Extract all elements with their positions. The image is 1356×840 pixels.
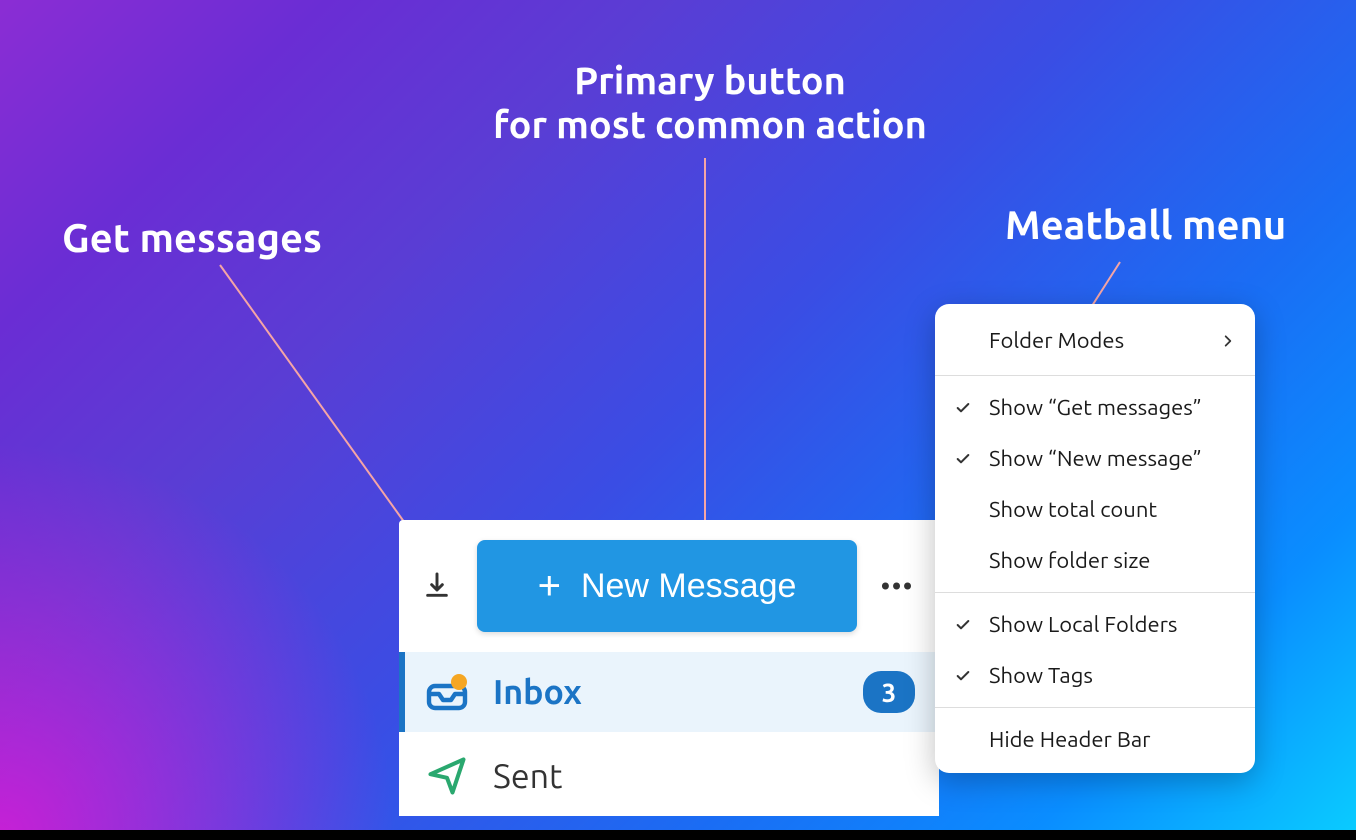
menu-item-show-local-label: Show Local Folders bbox=[989, 612, 1177, 637]
menu-item-show-tags-label: Show Tags bbox=[989, 663, 1093, 688]
download-icon bbox=[421, 570, 453, 602]
menu-item-show-get-label: Show “Get messages” bbox=[989, 395, 1202, 420]
annotation-primary-button: Primary button for most common action bbox=[475, 60, 945, 147]
new-message-label: New Message bbox=[581, 567, 796, 606]
folder-sent-label: Sent bbox=[493, 757, 562, 795]
annotation-primary-line1: Primary button for most common action bbox=[493, 60, 927, 146]
check-icon bbox=[955, 451, 989, 467]
menu-separator bbox=[935, 375, 1255, 376]
menu-separator bbox=[935, 707, 1255, 708]
menu-item-show-size-label: Show folder size bbox=[989, 548, 1150, 573]
meatball-context-menu: Folder Modes Show “Get messages” Show “N… bbox=[935, 304, 1255, 773]
meatball-menu-button[interactable]: ••• bbox=[877, 566, 917, 606]
menu-item-show-folder-size[interactable]: Show folder size bbox=[935, 535, 1255, 586]
inbox-unread-badge: 3 bbox=[863, 671, 915, 713]
sent-icon bbox=[423, 752, 471, 800]
menu-item-show-new-message[interactable]: Show “New message” bbox=[935, 433, 1255, 484]
menu-item-show-total-label: Show total count bbox=[989, 497, 1157, 522]
menu-item-show-new-label: Show “New message” bbox=[989, 446, 1202, 471]
new-message-button[interactable]: + New Message bbox=[477, 540, 857, 632]
menu-separator bbox=[935, 592, 1255, 593]
folder-sent[interactable]: Sent bbox=[399, 732, 939, 816]
menu-item-show-total-count[interactable]: Show total count bbox=[935, 484, 1255, 535]
email-folder-panel: + New Message ••• Inbox 3 Sent bbox=[399, 520, 939, 816]
menu-item-folder-modes-label: Folder Modes bbox=[989, 328, 1124, 353]
check-icon bbox=[955, 668, 989, 684]
folder-inbox-label: Inbox bbox=[493, 673, 582, 711]
menu-item-folder-modes[interactable]: Folder Modes bbox=[935, 312, 1255, 369]
annotation-meatball-menu: Meatball menu bbox=[1005, 202, 1286, 248]
menu-item-hide-header-label: Hide Header Bar bbox=[989, 727, 1151, 752]
folder-toolbar: + New Message ••• bbox=[399, 520, 939, 652]
menu-item-hide-header-bar[interactable]: Hide Header Bar bbox=[935, 714, 1255, 765]
chevron-right-icon bbox=[1221, 329, 1235, 352]
menu-item-show-local-folders[interactable]: Show Local Folders bbox=[935, 599, 1255, 650]
check-icon bbox=[955, 400, 989, 416]
plus-icon: + bbox=[538, 566, 561, 606]
annotation-get-messages: Get messages bbox=[62, 215, 322, 261]
get-messages-button[interactable] bbox=[417, 566, 457, 606]
more-icon: ••• bbox=[880, 571, 913, 602]
inbox-icon bbox=[423, 668, 471, 716]
menu-item-show-tags[interactable]: Show Tags bbox=[935, 650, 1255, 701]
folder-inbox[interactable]: Inbox 3 bbox=[399, 652, 939, 732]
menu-item-show-get-messages[interactable]: Show “Get messages” bbox=[935, 382, 1255, 433]
check-icon bbox=[955, 617, 989, 633]
